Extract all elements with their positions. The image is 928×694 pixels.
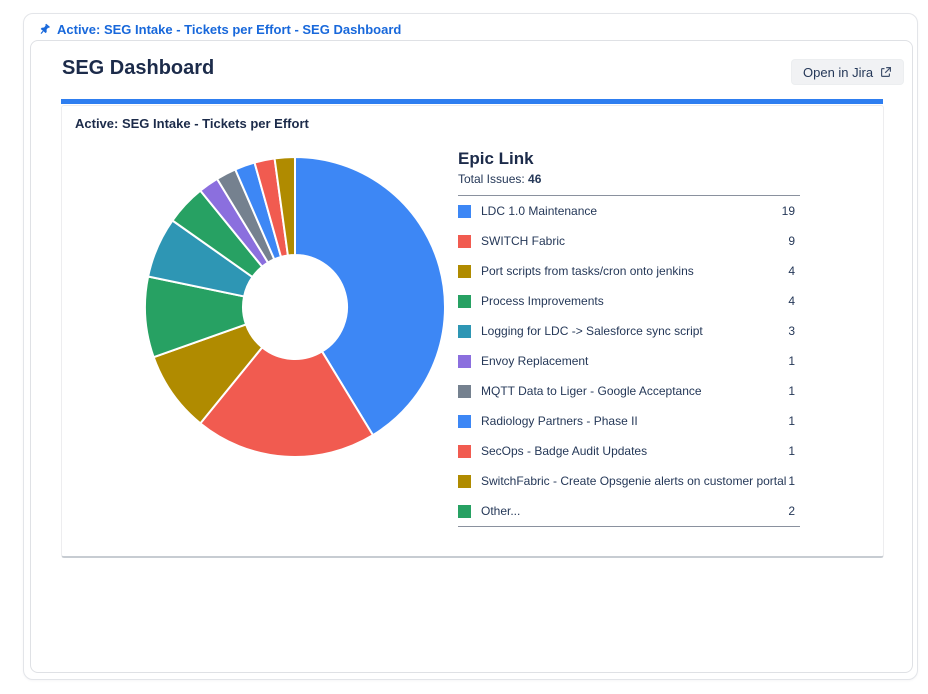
- legend-row: SwitchFabric - Create Opsgenie alerts on…: [458, 466, 800, 496]
- legend-row: Radiology Partners - Phase II 1: [458, 406, 800, 436]
- legend-label: SwitchFabric - Create Opsgenie alerts on…: [481, 474, 789, 488]
- legend-row: Port scripts from tasks/cron onto jenkin…: [458, 256, 800, 286]
- legend-swatch: [458, 474, 471, 488]
- open-in-jira-label: Open in Jira: [803, 64, 874, 80]
- dashboard-card: SEG Dashboard Open in Jira Active: SEG I…: [30, 40, 913, 673]
- legend-label: MQTT Data to Liger - Google Acceptance: [481, 384, 702, 398]
- dashboard-window: Active: SEG Intake - Tickets per Effort …: [23, 13, 918, 680]
- chart-legend: Epic Link Total Issues: 46 LDC 1.0 Maint…: [458, 149, 800, 527]
- legend-value: 1: [788, 414, 795, 428]
- legend-label: Envoy Replacement: [481, 354, 589, 368]
- legend-value: 1: [788, 474, 795, 488]
- legend-row: MQTT Data to Liger - Google Acceptance 1: [458, 376, 800, 406]
- legend-label: Radiology Partners - Phase II: [481, 414, 638, 428]
- legend-swatch: [458, 204, 471, 218]
- legend-row: SecOps - Badge Audit Updates 1: [458, 436, 800, 466]
- legend-value: 1: [788, 384, 795, 398]
- legend-value: 4: [788, 264, 795, 278]
- legend-value: 2: [788, 504, 795, 518]
- legend-swatch: [458, 414, 471, 428]
- legend-row: Envoy Replacement 1: [458, 346, 800, 376]
- legend-total-label: Total Issues:: [458, 172, 525, 186]
- legend-swatch: [458, 354, 471, 368]
- legend-value: 9: [788, 234, 795, 248]
- legend-rows: LDC 1.0 Maintenance 19 SWITCH Fabric 9 Port …: [458, 196, 800, 526]
- legend-title: Epic Link: [458, 149, 534, 168]
- legend-row: Other... 2: [458, 496, 800, 526]
- legend-value: 1: [788, 444, 795, 458]
- legend-label: LDC 1.0 Maintenance: [481, 204, 598, 218]
- open-in-jira-button[interactable]: Open in Jira: [791, 59, 905, 85]
- legend-label: Process Improvements: [481, 294, 604, 308]
- legend-total-value: 46: [528, 172, 542, 186]
- legend-row: Process Improvements 4: [458, 286, 800, 316]
- legend-swatch: [458, 444, 471, 458]
- legend-value: 19: [781, 204, 795, 218]
- legend-swatch: [458, 504, 471, 518]
- legend-bottom-rule: [458, 526, 800, 527]
- legend-value: 3: [788, 324, 795, 338]
- legend-swatch: [458, 234, 471, 248]
- legend-label: Port scripts from tasks/cron onto jenkin…: [481, 264, 694, 278]
- legend-row: Logging for LDC -> Salesforce sync scrip…: [458, 316, 800, 346]
- chart-panel: Active: SEG Intake - Tickets per Effort …: [61, 105, 884, 558]
- pin-icon: [40, 23, 50, 34]
- page-title: SEG Dashboard: [62, 57, 215, 79]
- legend-label: Other...: [481, 504, 521, 518]
- legend-row: SWITCH Fabric 9: [458, 226, 800, 256]
- legend-label: Logging for LDC -> Salesforce sync scrip…: [481, 324, 703, 338]
- accent-divider: [61, 99, 883, 104]
- legend-total: Total Issues: 46: [458, 172, 800, 186]
- legend-swatch: [458, 264, 471, 278]
- pinned-tab-label: Active: SEG Intake - Tickets per Effort …: [57, 22, 402, 37]
- pinned-tab[interactable]: Active: SEG Intake - Tickets per Effort …: [38, 22, 401, 37]
- donut-chart: [144, 156, 446, 458]
- legend-label: SWITCH Fabric: [481, 234, 565, 248]
- legend-row: LDC 1.0 Maintenance 19: [458, 196, 800, 226]
- legend-value: 1: [788, 354, 795, 368]
- legend-label: SecOps - Badge Audit Updates: [481, 444, 648, 458]
- legend-swatch: [458, 384, 471, 398]
- legend-swatch: [458, 294, 471, 308]
- legend-swatch: [458, 324, 471, 338]
- legend-value: 4: [788, 294, 795, 308]
- chart-title: Active: SEG Intake - Tickets per Effort: [75, 116, 309, 131]
- external-link-icon: [881, 67, 892, 77]
